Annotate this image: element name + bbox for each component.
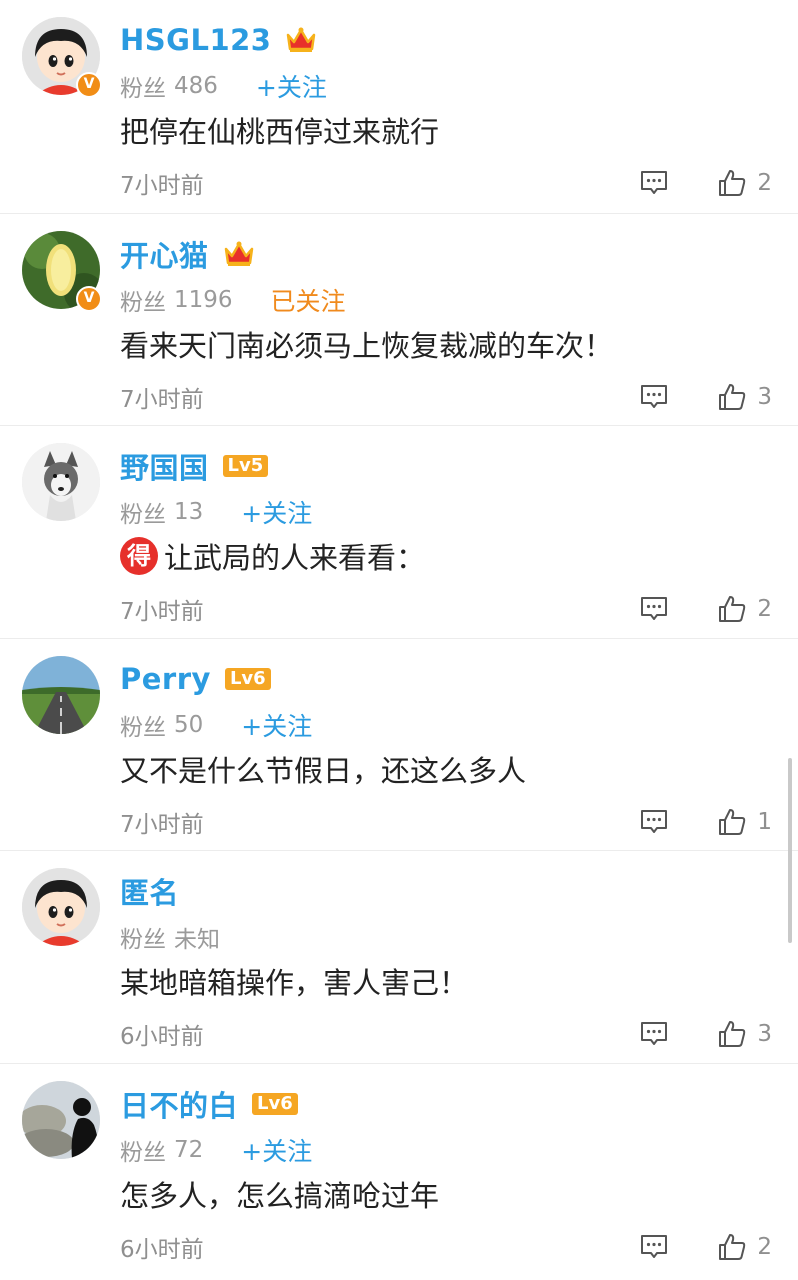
username[interactable]: 日不的白 [120,1083,238,1125]
road-avatar-icon [22,655,100,734]
username[interactable]: Perry [120,662,211,696]
timestamp: 7小时前 [120,173,204,199]
comment-text: 又不是什么节假日，还这么多人 [120,747,526,791]
fans-label: 粉丝 [120,927,166,953]
username[interactable]: HSGL123 [120,23,271,57]
like-icon[interactable] [717,1232,747,1262]
username[interactable]: 开心猫 [120,233,209,275]
timestamp: 6小时前 [120,1236,204,1263]
like-count: 2 [757,596,772,622]
verified-badge-icon: V [76,285,102,312]
comment-text-content: 把停在仙桃西停过来就行 [120,115,440,149]
like-icon[interactable] [717,807,747,837]
like-count: 3 [757,1021,772,1047]
comment-item: V HSGL123 粉丝 486 +关注 把停在仙桃西停过来就行 7小时前 2 [0,0,798,213]
crown-icon [287,27,316,52]
level-badge: Lv6 [252,1092,298,1115]
comment-item: 匿名 粉丝 未知 某地暗箱操作，害人害己！ 6小时前 3 [0,850,798,1063]
comment-text: 把停在仙桃西停过来就行 [120,108,439,152]
cartoon-avatar-icon [22,868,100,946]
comment-text-content: 某地暗箱操作，害人害己！ [120,966,469,1000]
comment-item: 日不的白 Lv6 粉丝 72 +关注 怎多人，怎么搞滴呛过年 6小时前 2 [0,1062,798,1276]
fans-label: 粉丝 [120,1139,166,1166]
like-icon[interactable] [717,1019,747,1049]
follow-button[interactable]: +关注 [241,1132,312,1168]
comment-icon[interactable] [639,807,669,837]
comment-item: 野国国 Lv5 粉丝 13 +关注 得 让武局的人来看看： 7小时前 2 [0,425,798,638]
comment-item: Perry Lv6 粉丝 50 +关注 又不是什么节假日，还这么多人 7小时前 … [0,637,798,851]
comment-text-content: 怎多人，怎么搞滴呛过年 [120,1178,440,1213]
followed-button[interactable]: 已关注 [271,282,346,318]
like-icon[interactable] [717,168,747,198]
like-count: 2 [757,170,772,196]
timestamp: 7小时前 [120,811,204,838]
timestamp: 7小时前 [120,599,204,625]
level-badge: Lv6 [224,667,271,690]
like-count: 1 [757,808,772,835]
fans-count: 1196 [174,286,233,313]
avatar[interactable] [22,443,100,521]
fans-label: 粉丝 [120,714,166,741]
follow-button[interactable]: +关注 [241,494,312,530]
comment-text-content: 让武局的人来看看： [164,541,426,575]
follow-button[interactable]: +关注 [241,707,312,743]
de-badge-icon: 得 [120,537,158,575]
level-badge: Lv5 [222,455,269,477]
silhouette-avatar-icon [22,1080,100,1159]
like-icon[interactable] [717,594,747,624]
comment-text: 看来天门南必须马上恢复裁减的车次！ [120,322,613,366]
comment-icon[interactable] [639,168,669,198]
fans-count: 486 [174,73,218,99]
fans-count: 13 [174,499,204,525]
husky-avatar-icon [22,443,100,521]
comment-icon[interactable] [639,1019,669,1049]
comment-icon[interactable] [639,1232,669,1262]
fans-label: 粉丝 [120,502,166,528]
fans-label: 粉丝 [120,76,166,102]
timestamp: 7小时前 [120,386,204,413]
fans-count: 50 [174,711,204,738]
comment-list: V HSGL123 粉丝 486 +关注 把停在仙桃西停过来就行 7小时前 2 … [0,0,798,1275]
fans-count: 未知 [174,927,220,953]
avatar[interactable] [22,868,100,946]
fans-count: 72 [174,1136,204,1163]
comment-icon[interactable] [639,594,669,624]
avatar[interactable] [22,655,100,734]
scrollbar[interactable] [788,758,792,943]
comment-text: 怎多人，怎么搞滴呛过年 [120,1172,439,1216]
comment-text: 某地暗箱操作，害人害己！ [120,959,468,1003]
comment-text: 得 让武局的人来看看： [120,534,425,578]
like-count: 2 [757,1233,772,1260]
timestamp: 6小时前 [120,1024,204,1050]
avatar[interactable] [22,1080,100,1159]
like-icon[interactable] [717,382,747,412]
comment-text-content: 又不是什么节假日，还这么多人 [120,753,527,788]
comment-text-content: 看来天门南必须马上恢复裁减的车次！ [120,328,614,363]
crown-icon [224,241,253,266]
like-count: 3 [757,383,772,410]
fans-label: 粉丝 [120,289,166,316]
comment-icon[interactable] [639,382,669,412]
username: 匿名 [120,876,180,910]
comment-item: V 开心猫 粉丝 1196 已关注 看来天门南必须马上恢复裁减的车次！ 7小时前 [0,212,798,426]
follow-button[interactable]: +关注 [256,68,327,104]
username[interactable]: 野国国 [120,445,209,487]
verified-badge-icon: V [76,72,102,98]
